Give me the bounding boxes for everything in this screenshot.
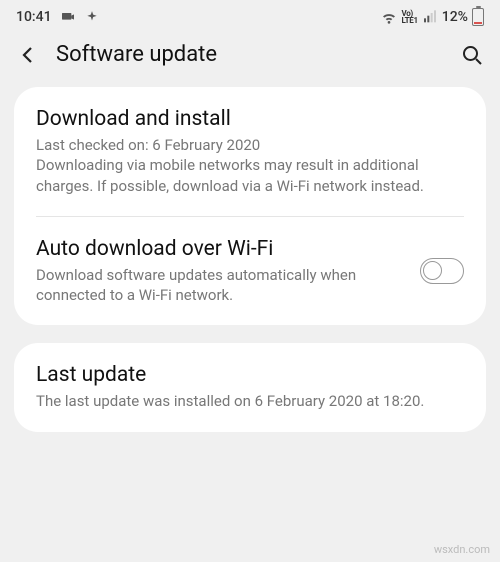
last-update-desc: The last update was installed on 6 Febru… [36, 391, 464, 411]
status-right: Vo)LTE1 12% [381, 8, 484, 26]
volte-icon: Vo)LTE1 [401, 10, 417, 24]
update-options-card: Download and install Last checked on: 6 … [14, 87, 486, 325]
auto-download-desc: Download software updates automatically … [36, 265, 404, 306]
download-install-item[interactable]: Download and install Last checked on: 6 … [14, 87, 486, 216]
watermark: wsxdn.com [434, 543, 490, 556]
back-icon[interactable] [16, 43, 40, 67]
status-bar: 10:41 Vo)LTE1 12% [0, 0, 500, 30]
battery-percent: 12% [442, 9, 468, 25]
auto-download-item[interactable]: Auto download over Wi-Fi Download softwa… [14, 217, 486, 326]
status-left: 10:41 [16, 9, 100, 25]
status-time: 10:41 [16, 9, 52, 25]
last-update-item[interactable]: Last update The last update was installe… [14, 343, 486, 431]
search-icon[interactable] [460, 43, 484, 67]
page-title: Software update [56, 42, 444, 67]
download-install-last-checked: Last checked on: 6 February 2020 [36, 135, 464, 155]
auto-download-toggle[interactable] [420, 258, 464, 284]
last-update-title: Last update [36, 363, 464, 387]
battery-icon [472, 8, 484, 26]
message-icon [60, 9, 76, 25]
download-install-desc: Downloading via mobile networks may resu… [36, 155, 464, 196]
misc-status-icon [84, 9, 100, 25]
last-update-card: Last update The last update was installe… [14, 343, 486, 431]
signal-icon [422, 9, 438, 25]
wifi-icon [381, 9, 397, 25]
auto-download-title: Auto download over Wi-Fi [36, 237, 404, 261]
download-install-title: Download and install [36, 107, 464, 131]
header: Software update [0, 30, 500, 87]
